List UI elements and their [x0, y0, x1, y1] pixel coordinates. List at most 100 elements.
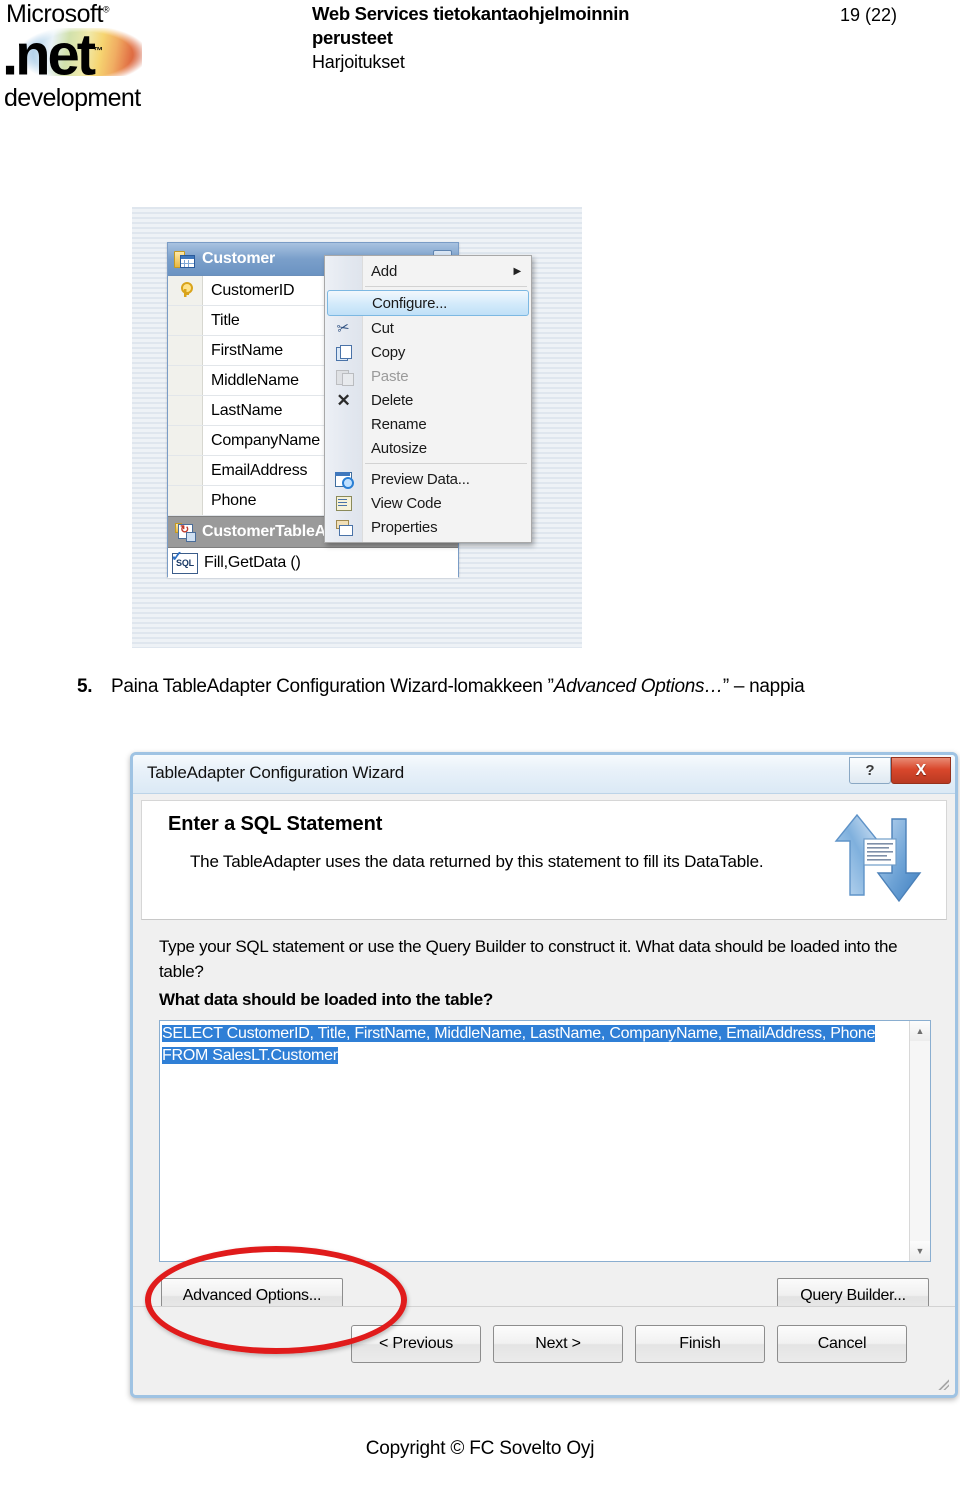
- prompt-text: Type your SQL statement or use the Query…: [159, 937, 898, 981]
- step-text-before: Paina TableAdapter Configuration Wizard-…: [111, 676, 554, 697]
- logo-microsoft-tm: ®: [102, 4, 110, 15]
- step-text-after: ” – nappia: [722, 676, 805, 697]
- delete-x-icon: ✕: [336, 390, 351, 410]
- help-icon[interactable]: ?: [849, 757, 891, 784]
- logo-net-wrap: .net™: [2, 22, 162, 85]
- menu-item-label: Copy: [371, 343, 406, 361]
- cancel-button[interactable]: Cancel: [777, 1325, 907, 1363]
- figure-tableadapter-wizard: TableAdapter Configuration Wizard ? X En…: [130, 752, 960, 1400]
- menu-item-label: Add: [371, 262, 398, 280]
- next-button[interactable]: Next >: [493, 1325, 623, 1363]
- finish-button[interactable]: Finish: [635, 1325, 765, 1363]
- scroll-down-icon[interactable]: ▼: [910, 1241, 930, 1261]
- microsoft-dotnet-development-logo: Microsoft® .net™ development: [2, 2, 162, 117]
- page-footer: Copyright © FC Sovelto Oyj: [0, 1438, 960, 1460]
- column-name: MiddleName: [211, 371, 299, 389]
- menu-item-label: Paste: [371, 367, 409, 385]
- column-name: Title: [211, 311, 240, 329]
- menu-item-configure[interactable]: Configure...: [327, 290, 529, 316]
- menu-icon-placeholder: [325, 260, 362, 282]
- menu-item-label: Properties: [371, 518, 438, 536]
- menu-icon-placeholder: [325, 413, 362, 435]
- document-subtitle: Harjoitukset: [312, 52, 405, 72]
- sql-statement-text: SELECT CustomerID, Title, FirstName, Mid…: [162, 1023, 892, 1067]
- column-name: FirstName: [211, 341, 283, 359]
- paste-icon: [325, 365, 362, 387]
- sql-selection: SELECT CustomerID, Title, FirstName, Mid…: [162, 1025, 876, 1064]
- dataset-table-icon: [174, 250, 195, 268]
- column-name: CompanyName: [211, 431, 320, 449]
- row-gutter: [168, 306, 203, 335]
- row-gutter: [168, 456, 203, 485]
- step-instruction: 5. Paina TableAdapter Configuration Wiza…: [77, 673, 937, 700]
- table-adapter-query-row[interactable]: ✓ SQL Fill,GetData (): [168, 548, 458, 578]
- menu-item-label: Autosize: [371, 439, 427, 457]
- menu-separator: [365, 286, 527, 287]
- logo-development-text: development: [4, 84, 141, 112]
- wizard-body: Type your SQL statement or use the Query…: [141, 920, 947, 1354]
- row-gutter: [168, 276, 203, 305]
- figure-dataset-context-menu: Customer CustomerID Title FirstName Midd…: [132, 207, 582, 648]
- page-number: 19 (22): [840, 5, 898, 25]
- document-title-line2: perusteet: [312, 27, 393, 48]
- view-code-icon: [325, 492, 362, 514]
- menu-item-label: Preview Data...: [371, 470, 470, 488]
- column-name: CustomerID: [211, 281, 295, 299]
- sql-textarea-scrollbar[interactable]: ▲ ▼: [909, 1021, 930, 1261]
- wizard-window: TableAdapter Configuration Wizard ? X En…: [130, 752, 958, 1398]
- query-label: Fill,GetData (): [204, 554, 301, 571]
- resize-grip-icon[interactable]: [937, 1378, 949, 1390]
- logo-net-label: .net: [2, 22, 96, 88]
- row-gutter: [168, 396, 203, 425]
- sql-statement-textarea[interactable]: SELECT CustomerID, Title, FirstName, Mid…: [159, 1020, 931, 1262]
- menu-item-label: Cut: [371, 319, 394, 337]
- column-name: LastName: [211, 401, 283, 419]
- row-gutter: [168, 426, 203, 455]
- menu-item-view-code[interactable]: View Code: [325, 491, 531, 515]
- wizard-titlebar: TableAdapter Configuration Wizard ? X: [133, 755, 955, 794]
- wizard-footer-buttons: < Previous Next > Finish Cancel: [351, 1325, 907, 1363]
- banner-subtext: The TableAdapter uses the data returned …: [190, 852, 764, 871]
- menu-item-delete[interactable]: ✕ Delete: [325, 388, 531, 412]
- menu-item-rename[interactable]: Rename: [325, 412, 531, 436]
- document-title-line1: Web Services tietokantaohjelmoinnin: [312, 3, 630, 24]
- wizard-title: TableAdapter Configuration Wizard: [147, 763, 405, 782]
- menu-item-paste: Paste: [325, 364, 531, 388]
- menu-item-autosize[interactable]: Autosize: [325, 436, 531, 460]
- menu-item-label: Delete: [371, 391, 414, 409]
- scissors-icon: ✂: [335, 318, 352, 339]
- copyright-text: Copyright © FC Sovelto Oyj: [365, 1438, 595, 1459]
- close-icon[interactable]: X: [891, 757, 951, 784]
- previous-button[interactable]: < Previous: [351, 1325, 481, 1363]
- menu-item-copy[interactable]: Copy: [325, 340, 531, 364]
- menu-icon-placeholder: [328, 292, 363, 314]
- row-gutter: [168, 366, 203, 395]
- preview-data-icon: [325, 468, 362, 490]
- menu-item-label: Configure...: [372, 294, 448, 312]
- menu-item-add[interactable]: Add ▶: [325, 259, 531, 283]
- context-menu: Add ▶ Configure... ✂ Cut Copy Paste ✕ De…: [324, 255, 532, 543]
- banner-heading: Enter a SQL Statement: [168, 813, 383, 835]
- column-name: Phone: [211, 491, 257, 509]
- prompt-bold-label: What data should be loaded into the tabl…: [159, 990, 494, 1009]
- properties-icon: [325, 516, 362, 538]
- menu-item-preview-data[interactable]: Preview Data...: [325, 467, 531, 491]
- logo-net-tm: ™: [93, 46, 104, 57]
- chevron-right-icon: ▶: [513, 265, 522, 277]
- menu-item-label: View Code: [371, 494, 442, 512]
- dataset-table-title: Customer: [202, 250, 276, 267]
- logo-net-text: .net™: [2, 22, 103, 85]
- step-number: 5.: [77, 676, 93, 697]
- wizard-footer: < Previous Next > Finish Cancel: [133, 1306, 955, 1395]
- sql-query-icon: ✓ SQL: [171, 549, 198, 574]
- step-body: Paina TableAdapter Configuration Wizard-…: [111, 673, 937, 700]
- menu-item-cut[interactable]: ✂ Cut: [325, 316, 531, 340]
- header-title-block: Web Services tietokantaohjelmoinnin peru…: [312, 2, 772, 74]
- menu-item-label: Rename: [371, 415, 427, 433]
- step-emphasis: Advanced Options…: [553, 676, 723, 697]
- copy-icon: [325, 341, 362, 363]
- wizard-banner: Enter a SQL Statement The TableAdapter u…: [141, 800, 947, 920]
- primary-key-icon: [179, 282, 193, 298]
- menu-item-properties[interactable]: Properties: [325, 515, 531, 539]
- scroll-up-icon[interactable]: ▲: [910, 1021, 930, 1041]
